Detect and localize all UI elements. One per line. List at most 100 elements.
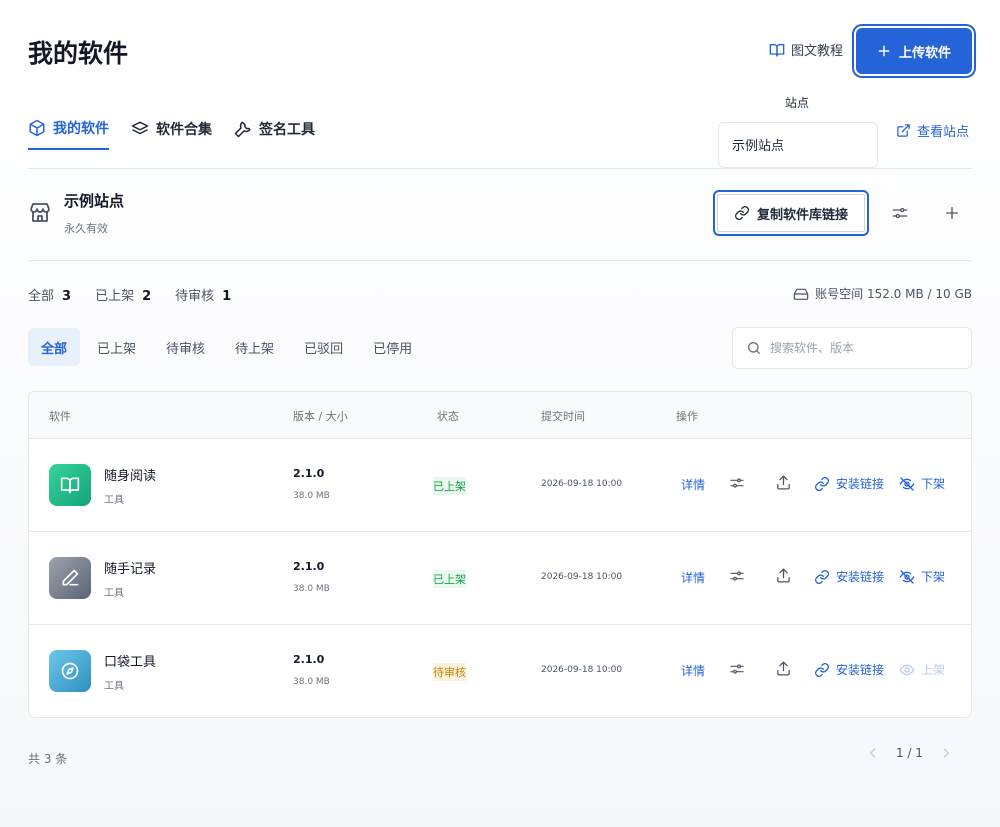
- chevron-left-icon: [866, 746, 880, 760]
- list-label: 上架: [921, 663, 946, 677]
- view-site-label: 查看站点: [917, 125, 970, 140]
- app-name: 口袋工具: [104, 655, 157, 670]
- adjust-button[interactable]: [729, 475, 745, 491]
- box-icon: [28, 119, 46, 137]
- table-row: 口袋工具 工具 2.1.0 38.0 MB 待审核 2026-09-18 10:…: [29, 625, 971, 717]
- detail-button[interactable]: 详情: [681, 569, 705, 586]
- view-site-link[interactable]: 查看站点: [896, 121, 969, 140]
- filter-rejected[interactable]: 已驳回: [291, 328, 356, 366]
- add-site-button[interactable]: [937, 198, 967, 228]
- submit-time: 2026-09-18 10:00: [541, 572, 623, 582]
- plus-icon: [877, 44, 891, 58]
- filter-listed[interactable]: 已上架: [84, 328, 149, 366]
- tab-my-software[interactable]: 我的软件: [28, 118, 109, 150]
- delist-button[interactable]: 下架: [899, 475, 945, 492]
- search-input[interactable]: [770, 341, 950, 355]
- tutorial-label: 图文教程: [791, 44, 844, 59]
- upload-label: 上传软件: [898, 45, 951, 61]
- next-page-button[interactable]: [939, 746, 953, 760]
- prev-page-button[interactable]: [866, 746, 880, 760]
- eye-icon: [899, 662, 915, 678]
- tab-label: 我的软件: [53, 121, 109, 137]
- stat-listed: 已上架 2: [95, 289, 152, 304]
- book-icon: [60, 475, 80, 495]
- site-select[interactable]: 示例站点: [718, 122, 878, 168]
- app-icon: [49, 557, 91, 599]
- app-size: 38.0 MB: [293, 677, 330, 687]
- external-link-icon: [896, 123, 911, 138]
- detail-button[interactable]: 详情: [681, 662, 705, 679]
- status-filters: 全部 已上架 待审核 待上架 已驳回 已停用: [28, 328, 429, 366]
- submit-time: 2026-09-18 10:00: [541, 479, 623, 489]
- install-link-label: 安装链接: [836, 570, 885, 584]
- delist-label: 下架: [921, 570, 946, 584]
- detail-button[interactable]: 详情: [681, 476, 705, 493]
- col-version: 版本 / 大小: [293, 410, 348, 423]
- install-link-button[interactable]: 安装链接: [814, 475, 884, 492]
- app-size: 38.0 MB: [293, 584, 330, 594]
- delist-label: 下架: [921, 477, 946, 491]
- filter-all[interactable]: 全部: [28, 328, 81, 366]
- tutorial-link[interactable]: 图文教程: [769, 40, 843, 59]
- app-icon: [49, 464, 91, 506]
- submit-time: 2026-09-18 10:00: [541, 665, 623, 675]
- stat-all: 全部 3: [28, 289, 72, 304]
- table-row: 随手记录 工具 2.1.0 38.0 MB 已上架 2026-09-18 10:…: [29, 532, 971, 625]
- col-status: 状态: [437, 410, 459, 423]
- link-icon: [734, 205, 750, 221]
- app-version: 2.1.0: [293, 560, 325, 573]
- app-category: 工具: [104, 681, 124, 692]
- tab-signing-tools[interactable]: 签名工具: [234, 118, 315, 150]
- page-title: 我的软件: [28, 39, 129, 68]
- app-name: 随身阅读: [104, 469, 157, 484]
- col-software: 软件: [49, 410, 71, 423]
- sliders-icon: [891, 204, 909, 222]
- pagination: 1 / 1: [866, 746, 953, 760]
- upload-version-button[interactable]: [775, 660, 792, 677]
- adjust-button[interactable]: [729, 661, 745, 677]
- status-badge: 已上架: [433, 477, 466, 495]
- delist-button[interactable]: 下架: [899, 568, 945, 585]
- search-icon: [746, 340, 762, 356]
- page-indicator: 1 / 1: [896, 746, 923, 760]
- stat-pending: 待审核 1: [175, 289, 232, 304]
- filter-pending-review[interactable]: 待审核: [153, 328, 218, 366]
- upload-icon: [775, 474, 792, 491]
- col-time: 提交时间: [541, 410, 585, 423]
- table-header: 软件 版本 / 大小 状态 提交时间 操作: [29, 392, 971, 439]
- tab-software-collection[interactable]: 软件合集: [131, 118, 212, 150]
- hard-drive-icon: [793, 286, 809, 302]
- sliders-icon: [729, 475, 745, 491]
- adjust-button[interactable]: [729, 568, 745, 584]
- copy-link-label: 复制软件库链接: [756, 207, 848, 223]
- table-row: 随身阅读 工具 2.1.0 38.0 MB 已上架 2026-09-18 10:…: [29, 439, 971, 532]
- compass-icon: [60, 661, 80, 681]
- copy-library-link-button[interactable]: 复制软件库链接: [713, 190, 869, 236]
- tab-label: 软件合集: [156, 122, 212, 138]
- site-label: 站点: [785, 96, 810, 110]
- sliders-icon: [729, 661, 745, 677]
- sliders-icon: [729, 568, 745, 584]
- eye-off-icon: [899, 476, 915, 492]
- app-version: 2.1.0: [293, 653, 325, 666]
- app-category: 工具: [104, 588, 124, 599]
- tab-label: 签名工具: [259, 122, 315, 138]
- store-icon: [28, 200, 52, 224]
- filter-pending-listing[interactable]: 待上架: [222, 328, 287, 366]
- book-open-icon: [769, 42, 785, 58]
- upload-version-button[interactable]: [775, 474, 792, 491]
- site-settings-button[interactable]: [885, 198, 915, 228]
- upload-icon: [775, 567, 792, 584]
- filter-disabled[interactable]: 已停用: [360, 328, 425, 366]
- upload-software-button[interactable]: 上传软件: [856, 28, 972, 74]
- install-link-button[interactable]: 安装链接: [814, 568, 884, 585]
- upload-icon: [775, 660, 792, 677]
- install-link-label: 安装链接: [836, 663, 885, 677]
- site-name: 示例站点: [64, 192, 125, 210]
- plus-icon: [944, 205, 960, 221]
- search-box: [732, 327, 972, 369]
- install-link-button[interactable]: 安装链接: [814, 661, 884, 678]
- link-icon: [814, 476, 830, 492]
- status-badge: 待审核: [433, 663, 466, 681]
- upload-version-button[interactable]: [775, 567, 792, 584]
